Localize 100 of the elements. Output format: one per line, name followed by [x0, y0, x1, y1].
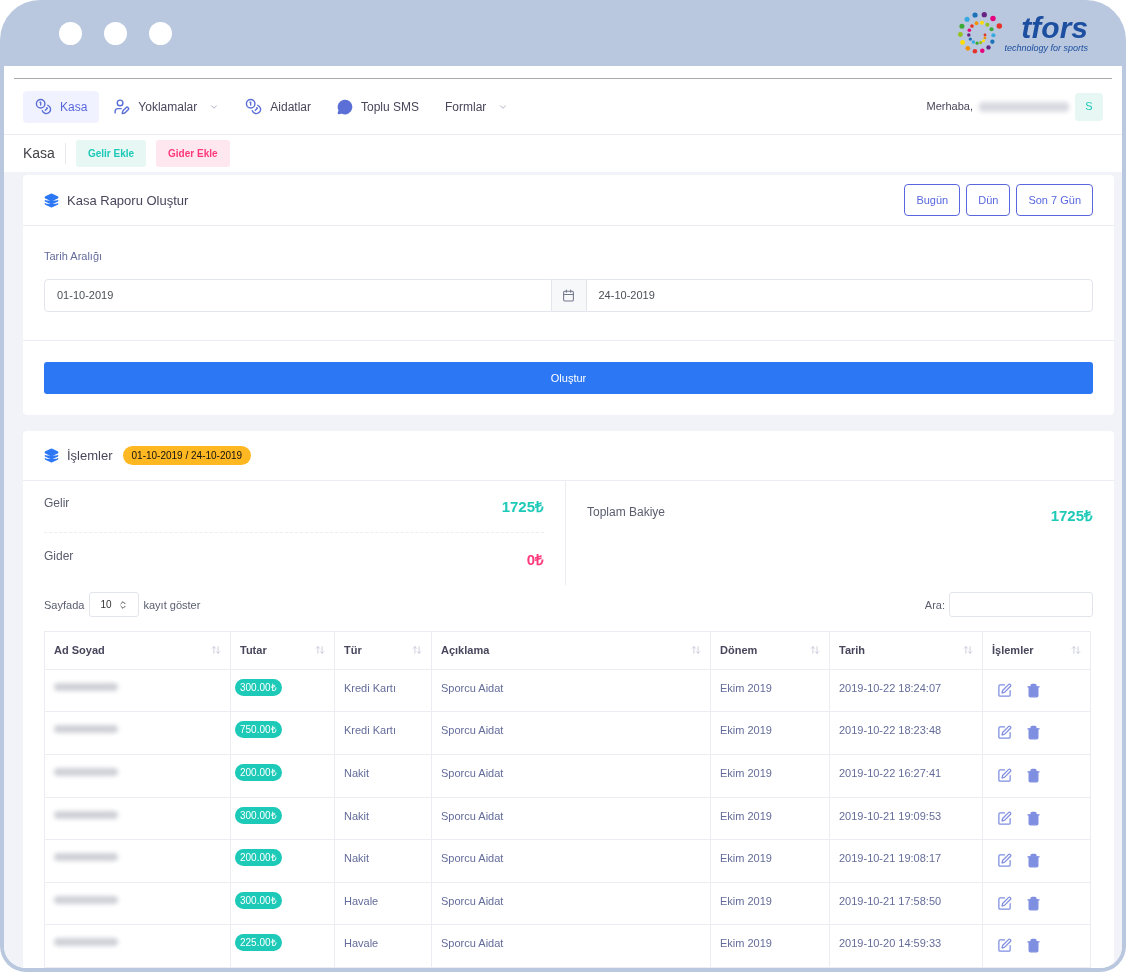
quick-range-button[interactable]: Bugün: [904, 184, 961, 217]
start-date-field[interactable]: 01-10-2019: [44, 278, 552, 312]
table-cell: Sporcu Aidat: [441, 937, 504, 950]
edit-icon[interactable]: [997, 938, 1012, 954]
table-cell: Sporcu Aidat: [441, 681, 504, 694]
table-cell: Nakit: [344, 852, 370, 865]
page-size-select[interactable]: 10: [89, 592, 139, 618]
chat-bubble-icon: [336, 98, 353, 115]
trash-icon[interactable]: [1026, 682, 1041, 698]
table-cell: Nakit: [344, 809, 370, 822]
blurred-name: [54, 725, 118, 734]
trash-icon[interactable]: [1026, 810, 1041, 826]
layers-icon: [44, 447, 59, 463]
edit-icon[interactable]: [997, 682, 1012, 698]
table-cell: 2019-10-21 17:58:50: [839, 894, 942, 907]
trash-icon[interactable]: [1026, 853, 1041, 869]
table-cell: Ekim 2019: [720, 809, 772, 822]
amount-badge: 300.00₺: [235, 806, 282, 824]
trash-icon[interactable]: [1026, 938, 1041, 954]
blurred-name: [54, 853, 118, 862]
table-cell: Sporcu Aidat: [441, 724, 504, 737]
blurred-name: [54, 768, 118, 777]
nav-item[interactable]: Formlar: [433, 90, 521, 123]
summary-value: 1725₺: [1050, 505, 1093, 526]
field-label: Tarih Aralığı: [44, 249, 104, 265]
column-header[interactable]: Açıklama: [431, 631, 711, 670]
nav-item[interactable]: Kasa: [23, 90, 100, 123]
search-label: Ara:: [924, 597, 945, 613]
column-header[interactable]: Ad Soyad: [44, 631, 231, 670]
edit-icon[interactable]: [997, 810, 1012, 826]
logo-wordmark: tfors: [1021, 14, 1088, 43]
summary-label: Gelir: [44, 495, 70, 513]
edit-icon[interactable]: [997, 725, 1012, 741]
column-header[interactable]: İşlemler: [982, 631, 1091, 670]
table-cell: Sporcu Aidat: [441, 894, 504, 907]
card-title: İşlemler: [67, 446, 113, 465]
nav-item[interactable]: Toplu SMS: [324, 90, 431, 123]
amount-badge: 300.00₺: [235, 891, 282, 909]
table-cell: Ekim 2019: [720, 894, 772, 907]
search-field[interactable]: [949, 592, 1093, 618]
table-cell: Ekim 2019: [720, 937, 772, 950]
sort-icon: [412, 645, 422, 656]
sort-icon: [315, 645, 325, 656]
quick-range-button[interactable]: Dün: [966, 184, 1011, 217]
create-report-button[interactable]: Oluştur: [44, 361, 1093, 394]
edit-icon[interactable]: [997, 895, 1012, 911]
greeting-text: Merhaba,: [926, 99, 973, 115]
table-cell: 2019-10-21 19:08:17: [839, 852, 942, 865]
amount-badge: 200.00₺: [235, 764, 282, 782]
column-header[interactable]: Tarih: [829, 631, 983, 670]
sort-icon: [211, 645, 221, 656]
edit-icon[interactable]: [997, 768, 1012, 784]
nav-item[interactable]: Yoklamalar: [101, 90, 232, 123]
amount-badge: 300.00₺: [235, 678, 282, 696]
page-title: Kasa: [23, 143, 66, 165]
page-size-label: Sayfada: [44, 597, 85, 613]
column-header[interactable]: Dönem: [710, 631, 830, 670]
amount-badge: 225.00₺: [235, 934, 282, 952]
summary-label: Toplam Bakiye: [587, 503, 666, 521]
quick-range-button[interactable]: Son 7 Gün: [1016, 184, 1093, 217]
calendar-icon: [562, 288, 575, 302]
logo-tagline: technology for sports: [1004, 42, 1088, 56]
nav-item[interactable]: Aidatlar: [233, 90, 323, 123]
table-cell: Sporcu Aidat: [441, 809, 504, 822]
coins-icon: [245, 98, 263, 116]
table-cell: 2019-10-22 18:24:07: [839, 681, 942, 694]
column-header[interactable]: Tutar: [230, 631, 335, 670]
date-range-badge: 01-10-2019 / 24-10-2019: [122, 445, 252, 465]
blurred-name: [54, 938, 118, 947]
select-arrows-icon: [117, 599, 128, 610]
table-cell: Ekim 2019: [720, 767, 772, 780]
table-cell: 2019-10-22 18:23:48: [839, 724, 942, 737]
table-cell: Sporcu Aidat: [441, 767, 504, 780]
blurred-name: [54, 682, 118, 691]
table-cell: Nakit: [344, 767, 370, 780]
amount-badge: 200.00₺: [235, 849, 282, 867]
blurred-name: [54, 895, 118, 904]
summary-label: Gider: [44, 547, 74, 565]
table-cell: Ekim 2019: [720, 681, 772, 694]
sort-icon: [1071, 645, 1081, 656]
trash-icon[interactable]: [1026, 768, 1041, 784]
edit-icon[interactable]: [997, 853, 1012, 869]
table-cell: 2019-10-21 19:09:53: [839, 809, 942, 822]
end-date-field[interactable]: 24-10-2019: [585, 278, 1093, 312]
sort-icon: [810, 645, 820, 656]
column-header[interactable]: Tür: [334, 631, 432, 670]
amount-badge: 750.00₺: [235, 721, 282, 739]
sort-icon: [963, 645, 973, 656]
table-cell: Ekim 2019: [720, 724, 772, 737]
page-size-suffix: kayıt göster: [143, 597, 201, 613]
table-cell: Sporcu Aidat: [441, 852, 504, 865]
table-cell: Kredi Kartı: [344, 681, 396, 694]
blurred-name: [54, 810, 118, 819]
trash-icon[interactable]: [1026, 725, 1041, 741]
table-cell: 2019-10-22 16:27:41: [839, 767, 942, 780]
summary-value: 1725₺: [501, 497, 544, 518]
sort-icon: [691, 645, 701, 656]
table-cell: Havale: [344, 937, 379, 950]
card-title: Kasa Raporu Oluştur: [67, 191, 189, 210]
trash-icon[interactable]: [1026, 895, 1041, 911]
